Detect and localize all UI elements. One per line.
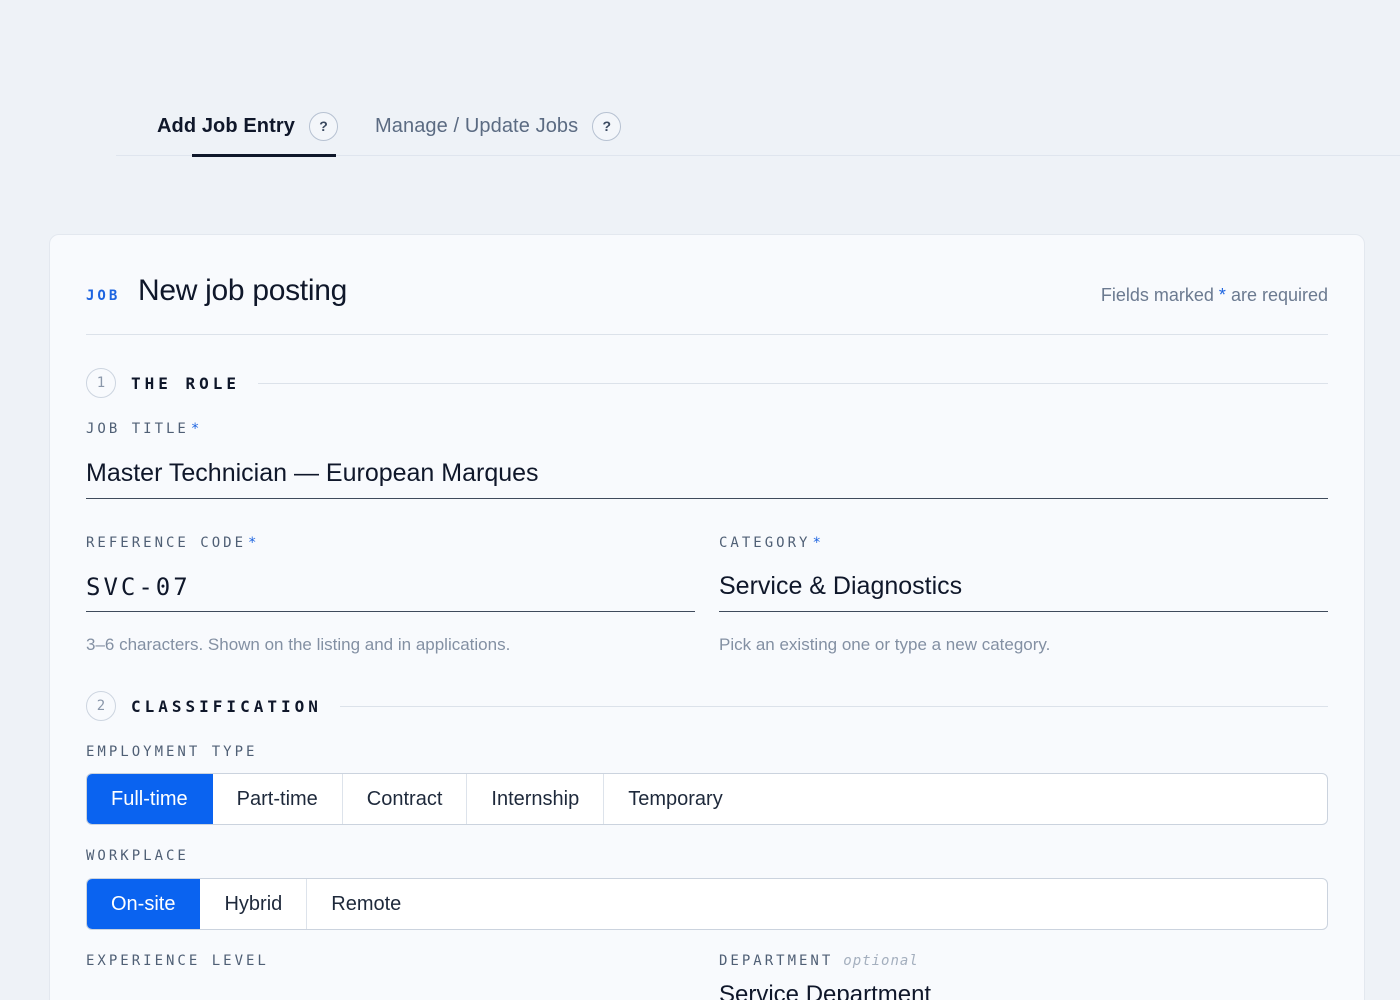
category-value: Service & Diagnostics (719, 572, 963, 600)
reference-code-label-text: REFERENCE CODE (86, 535, 247, 551)
section-title: CLASSIFICATION (131, 696, 322, 716)
job-title-label-text: JOB TITLE (86, 421, 189, 437)
experience-level-label: EXPERIENCE LEVEL (86, 953, 269, 969)
employment-type-label: EMPLOYMENT TYPE (86, 744, 258, 760)
employment-type-temporary[interactable]: Temporary (604, 774, 746, 824)
tab-manage-update-jobs-label: Manage / Update Jobs (375, 114, 579, 137)
workplace-hybrid[interactable]: Hybrid (200, 879, 308, 929)
required-note-prefix: Fields marked (1100, 285, 1214, 305)
section-divider (339, 705, 1328, 707)
optional-tag: optional (843, 953, 919, 969)
required-star: * (1218, 285, 1226, 305)
category-hint: Pick an existing one or type a new categ… (719, 635, 1051, 654)
employment-type-full-time[interactable]: Full-time (87, 774, 213, 824)
tab-manage-update-jobs[interactable]: Manage / Update Jobs ? (375, 96, 622, 156)
workplace-on-site[interactable]: On-site (87, 879, 201, 929)
department-value[interactable]: Service Department (719, 981, 931, 1000)
employment-type-part-time[interactable]: Part-time (213, 774, 343, 824)
department-label: DEPARTMENT optional (719, 953, 919, 969)
help-icon[interactable]: ? (308, 111, 338, 141)
section-divider (258, 382, 1328, 384)
reference-code-field[interactable]: SVC-07 (86, 562, 695, 612)
card-eyebrow: JOB (86, 288, 121, 304)
job-title-field[interactable]: Master Technician — European Marques (86, 449, 1328, 499)
workplace-label: WORKPLACE (86, 848, 189, 864)
category-label: CATEGORY * (719, 535, 824, 551)
section-classification: 2 CLASSIFICATION (86, 691, 1328, 721)
job-title-value: Master Technician — European Marques (86, 459, 539, 487)
section-step-number: 1 (86, 368, 116, 398)
department-label-text: DEPARTMENT (719, 953, 834, 969)
page-title: New job posting (138, 274, 347, 307)
required-star: * (190, 421, 203, 437)
tab-bar: Add Job Entry ? Manage / Update Jobs ? (116, 96, 1400, 157)
section-step-number: 2 (86, 691, 116, 721)
help-icon[interactable]: ? (592, 111, 622, 141)
required-note: Fields marked * are required (1101, 285, 1328, 306)
category-field[interactable]: Service & Diagnostics (719, 562, 1328, 612)
section-title: THE ROLE (131, 373, 241, 393)
employment-type-segmented-control: Full-time Part-time Contract Internship … (86, 773, 1328, 825)
card-header: JOB New job posting Fields marked * are … (86, 235, 1328, 335)
required-star: * (812, 535, 824, 551)
reference-code-label: REFERENCE CODE * (86, 535, 259, 551)
section-the-role: 1 THE ROLE (86, 368, 1328, 398)
tab-add-job-entry-label: Add Job Entry (157, 114, 295, 137)
workplace-remote[interactable]: Remote (307, 879, 425, 929)
employment-type-contract[interactable]: Contract (343, 774, 468, 824)
required-note-suffix: are required (1230, 285, 1328, 305)
reference-code-hint: 3–6 characters. Shown on the listing and… (86, 635, 511, 654)
employment-type-internship[interactable]: Internship (467, 774, 605, 824)
job-title-label: JOB TITLE * (86, 421, 202, 437)
required-star: * (248, 535, 260, 551)
category-label-text: CATEGORY (719, 535, 811, 551)
tab-add-job-entry[interactable]: Add Job Entry ? (157, 96, 338, 157)
reference-code-value: SVC-07 (86, 572, 191, 601)
job-form-card: JOB New job posting Fields marked * are … (49, 234, 1365, 1000)
workplace-segmented-control: On-site Hybrid Remote (86, 878, 1328, 930)
